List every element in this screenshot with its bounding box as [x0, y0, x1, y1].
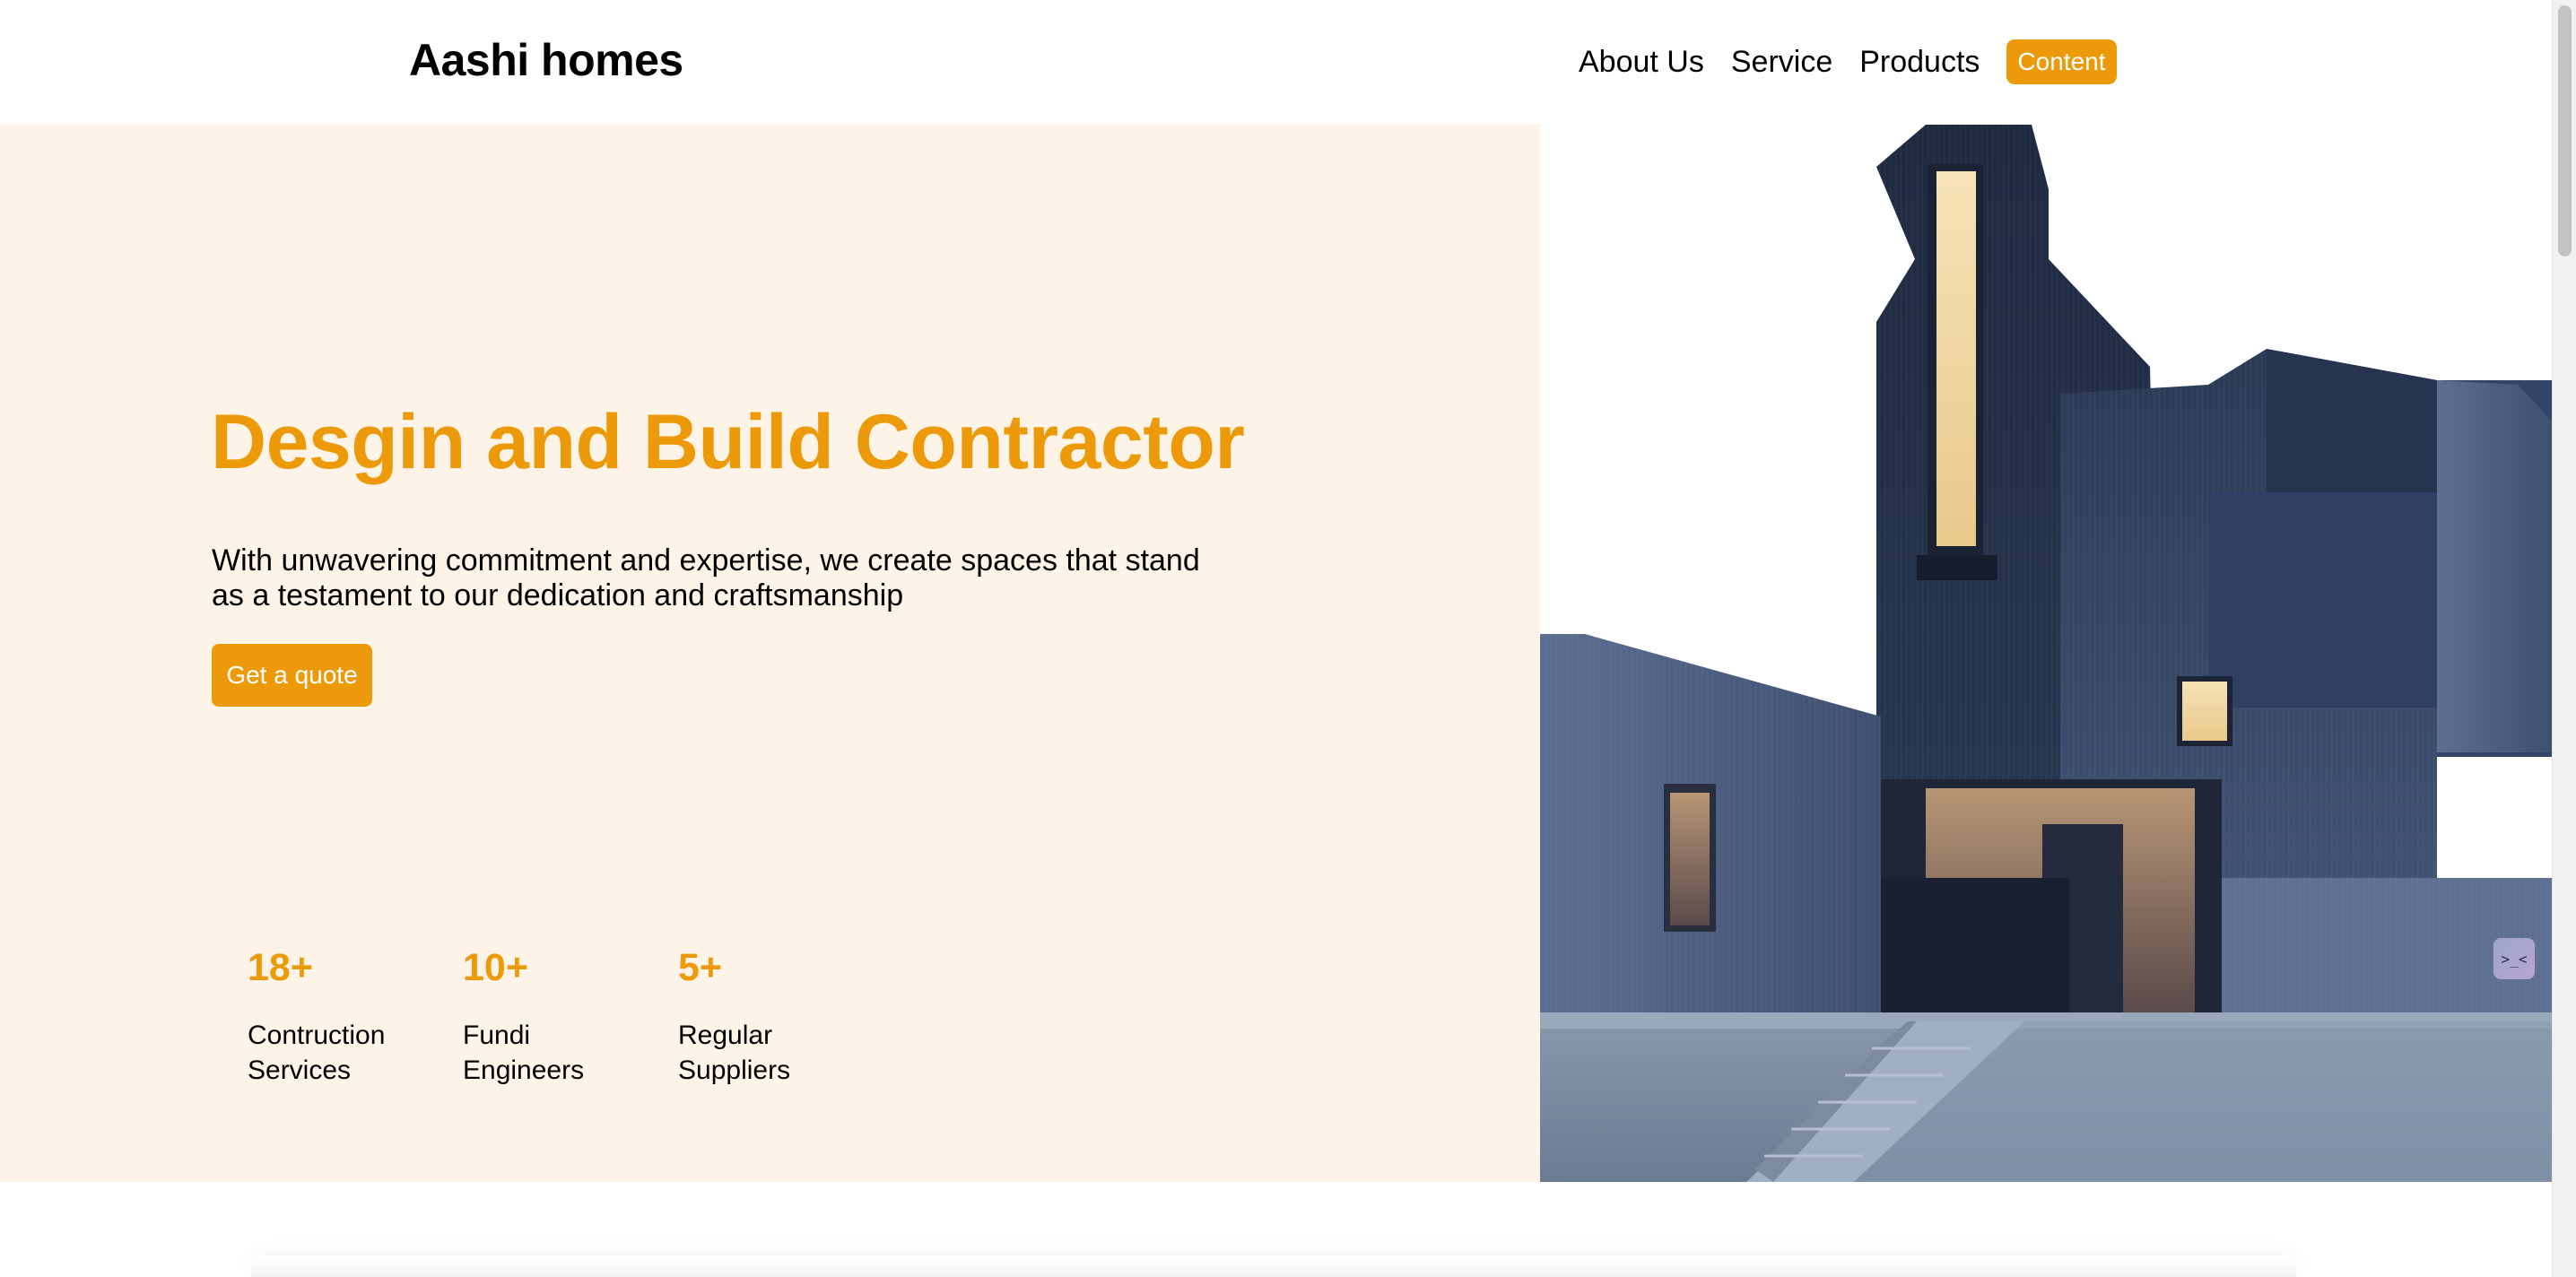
stat-value: 18+ [248, 946, 313, 989]
content-button[interactable]: Content [2006, 39, 2117, 84]
stat-item: 18+ Contruction Services [248, 946, 463, 1088]
nav-link-about-us[interactable]: About Us [1579, 45, 1704, 80]
hero-title: Desgin and Build Contractor [211, 399, 1245, 485]
site-logo[interactable]: Aashi homes [409, 34, 683, 86]
hero-description: With unwavering commitment and expertise… [212, 543, 1200, 612]
page-scrollbar[interactable] [2552, 0, 2576, 1277]
assistant-widget-icon[interactable]: >_< [2493, 938, 2535, 979]
scrollbar-thumb[interactable] [2558, 5, 2572, 256]
stat-value: 5+ [678, 946, 723, 989]
main-nav: About Us Service Products Content [1579, 39, 2117, 84]
nav-link-products[interactable]: Products [1859, 45, 1980, 80]
stats-row: 18+ Contruction Services 10+ Fundi Engin… [248, 946, 893, 1088]
hero-section: Desgin and Build Contractor With unwaver… [0, 125, 2552, 1182]
house-image [1540, 125, 2552, 1182]
site-header: Aashi homes About Us Service Products Co… [0, 0, 2552, 125]
stat-label: Regular Suppliers [678, 1021, 791, 1085]
stat-item: 10+ Fundi Engineers [463, 946, 678, 1088]
stat-label: Fundi Engineers [463, 1021, 585, 1085]
next-section-edge [251, 1255, 2296, 1277]
stat-value: 10+ [463, 946, 528, 989]
get-quote-button[interactable]: Get a quote [212, 644, 372, 707]
stat-label: Contruction Services [248, 1021, 386, 1085]
nav-link-service[interactable]: Service [1731, 45, 1832, 80]
stat-item: 5+ Regular Suppliers [678, 946, 893, 1088]
